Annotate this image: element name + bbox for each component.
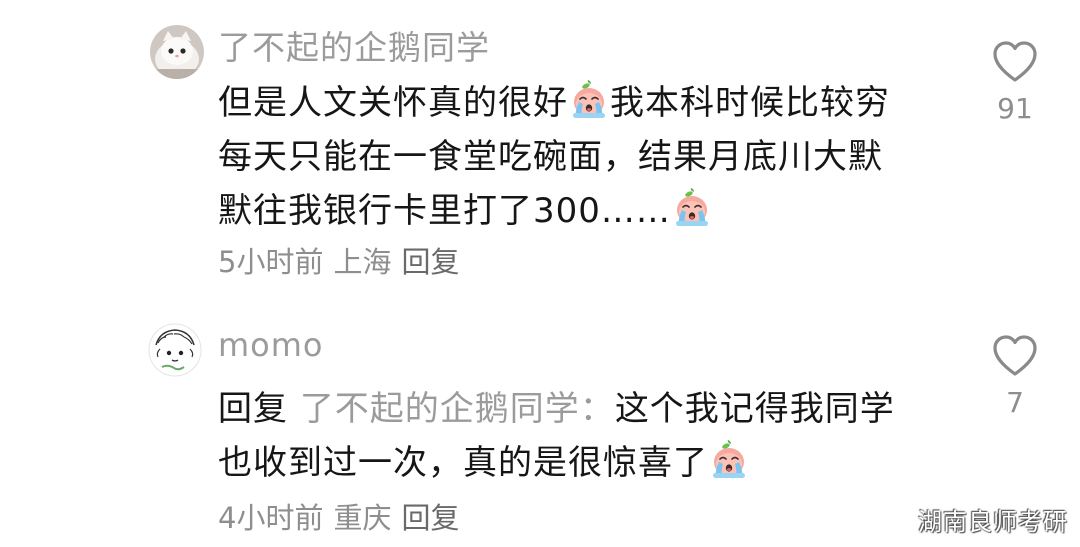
- comment-line: 默往我银行卡里打了300……: [218, 184, 958, 238]
- comment-line: 但是人文关怀真的很好 我本科时候比较穷: [218, 76, 958, 130]
- comment-line: 也收到过一次，真的是很惊喜了: [218, 436, 958, 490]
- comment-text: 每天只能在一食堂吃碗面，结果月底川大默: [218, 137, 883, 177]
- reply-button[interactable]: 回复: [401, 245, 459, 279]
- comment-body: 但是人文关怀真的很好 我本科时候比较穷 每天只能在一食堂吃碗面，结果月底川大默 默…: [218, 76, 958, 238]
- reply-button[interactable]: 回复: [401, 501, 459, 535]
- comment-meta: 4小时前 重庆 回复: [218, 500, 469, 536]
- location: 上海: [333, 245, 392, 279]
- reply-separator: ：: [579, 389, 615, 429]
- crying-peach-emoji-icon: [569, 80, 609, 120]
- avatar[interactable]: [148, 323, 202, 377]
- comment-text: 也收到过一次，真的是很惊喜了: [218, 443, 708, 483]
- timestamp: 4小时前: [218, 501, 324, 535]
- heart-outline-icon[interactable]: [991, 334, 1039, 378]
- comment-body: 回复 了不起的企鹅同学：这个我记得我同学 也收到过一次，真的是很惊喜了: [218, 382, 958, 490]
- cat-avatar-icon: [150, 25, 204, 79]
- comment-text: 我本科时候比较穷: [610, 83, 890, 123]
- comment-text: 默往我银行卡里打了300……: [218, 191, 671, 231]
- watermark: 湖南良师考研: [918, 508, 1068, 536]
- comment-line: 每天只能在一食堂吃碗面，结果月底川大默: [218, 130, 958, 184]
- crying-peach-emoji-icon: [672, 188, 712, 228]
- timestamp: 5小时前: [218, 245, 324, 279]
- like-control[interactable]: 7: [985, 334, 1045, 420]
- location: 重庆: [333, 501, 392, 535]
- like-control[interactable]: 91: [985, 40, 1045, 126]
- comment-text: 这个我记得我同学: [614, 389, 895, 429]
- comment-meta: 5小时前 上海 回复: [218, 244, 469, 280]
- like-count: 7: [1006, 386, 1024, 419]
- crying-peach-emoji-icon: [709, 440, 749, 480]
- username[interactable]: momo: [218, 325, 324, 365]
- reply-prefix: 回复: [218, 389, 288, 429]
- comment-line: 回复 了不起的企鹅同学：这个我记得我同学: [218, 382, 958, 436]
- comment-text: 但是人文关怀真的很好: [218, 83, 568, 123]
- reply-target-username[interactable]: 了不起的企鹅同学: [300, 389, 580, 429]
- username[interactable]: 了不起的企鹅同学: [218, 28, 490, 68]
- avatar[interactable]: [150, 25, 204, 79]
- heart-outline-icon[interactable]: [991, 40, 1039, 84]
- like-count: 91: [997, 92, 1033, 125]
- sketch-avatar-icon: [148, 323, 202, 377]
